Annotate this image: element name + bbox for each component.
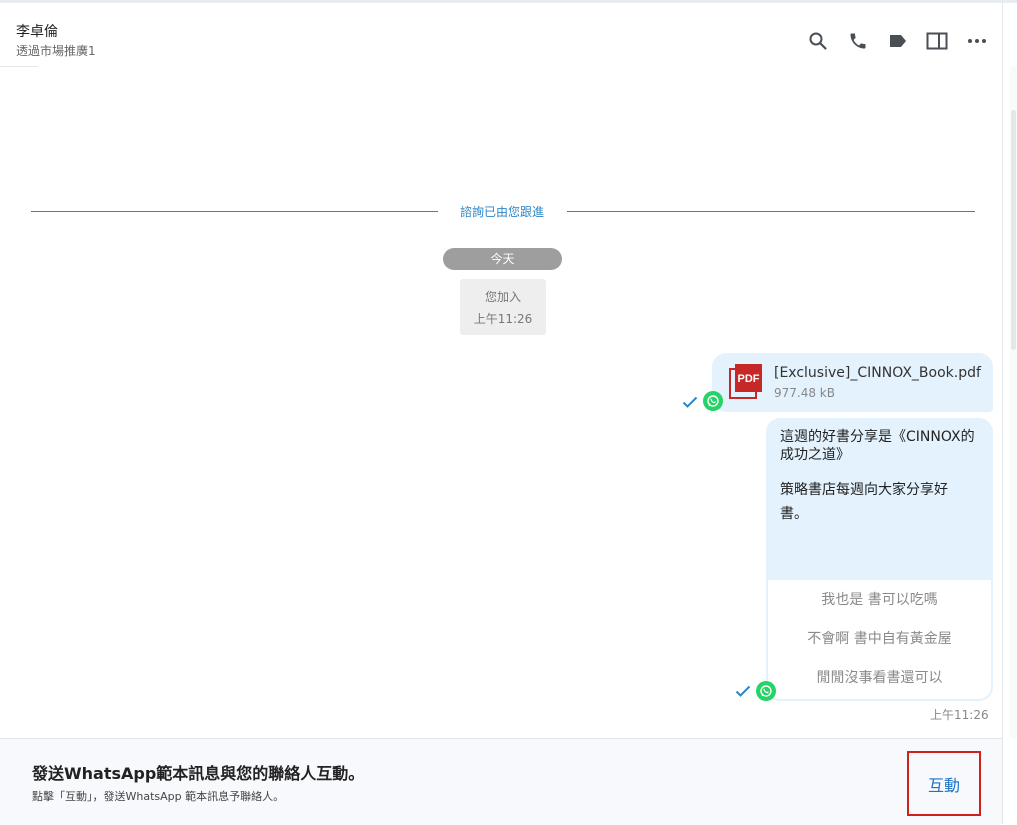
sent-check-icon (735, 685, 751, 697)
more-icon[interactable] (966, 30, 988, 52)
system-event-time: 上午11:26 (473, 312, 533, 326)
header-divider (0, 66, 38, 67)
banner-title: 發送WhatsApp範本訊息與您的聯絡人互動。 (32, 764, 365, 783)
whatsapp-icon (703, 391, 723, 411)
system-event-text: 您加入 (484, 290, 521, 304)
divider-line-right (567, 211, 975, 212)
system-event-card: 您加入 上午11:26 (460, 279, 546, 335)
date-chip: 今天 (443, 248, 562, 270)
template-quick-replies: 我也是 書可以吃嗎 不會啊 書中自有黃金屋 閒閒沒事看書還可以 (768, 580, 991, 699)
conversation-header: 李卓倫 透過市場推廣1 (0, 14, 1002, 66)
panel-border (1002, 0, 1003, 824)
interact-button[interactable]: 互動 (907, 751, 981, 816)
tag-icon[interactable] (887, 30, 909, 52)
pdf-file-icon[interactable]: PDF (729, 363, 763, 399)
phone-icon[interactable] (847, 30, 869, 52)
template-body-line1: 這週的好書分享是《CINNOX的成功之道》 (780, 429, 975, 463)
sent-check-icon (682, 396, 698, 408)
template-body-line2: 策略書店每週向大家分享好書。 (780, 482, 948, 522)
quick-reply-button[interactable]: 我也是 書可以吃嗎 (768, 581, 991, 619)
whatsapp-template-banner: 發送WhatsApp範本訊息與您的聯絡人互動。 點擊「互動」，發送WhatsAp… (0, 738, 1002, 825)
search-icon[interactable] (807, 30, 829, 52)
message-time: 上午11:26 (930, 708, 989, 722)
whatsapp-icon (756, 681, 776, 701)
top-border (0, 0, 1017, 3)
contact-source: 透過市場推廣1 (16, 44, 96, 58)
quick-reply-button[interactable]: 閒閒沒事看書還可以 (768, 659, 991, 697)
scrollbar-thumb[interactable] (1011, 110, 1016, 350)
divider-line-left (31, 211, 438, 212)
file-name[interactable]: [Exclusive]_CINNOX_Book.pdf (774, 365, 981, 381)
assignment-divider-text: 諮詢已由您跟進 (459, 205, 544, 219)
contact-name[interactable]: 李卓倫 (16, 21, 58, 41)
panel-icon[interactable] (926, 30, 948, 52)
banner-subtitle: 點擊「互動」，發送WhatsApp 範本訊息予聯絡人。 (32, 790, 285, 803)
file-size: 977.48 kB (774, 386, 835, 400)
pdf-label: PDF (738, 373, 760, 385)
quick-reply-button[interactable]: 不會啊 書中自有黃金屋 (768, 620, 991, 658)
